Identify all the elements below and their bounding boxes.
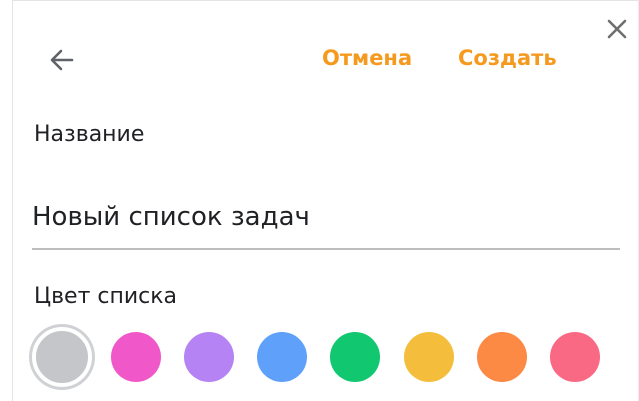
name-label: Название [34, 122, 145, 147]
color-picker [32, 324, 612, 392]
arrow-left-icon [50, 49, 74, 71]
color-swatch-pink[interactable] [111, 332, 161, 382]
close-icon [607, 19, 627, 39]
dialog-border-left [12, 0, 13, 401]
close-button[interactable] [600, 12, 634, 46]
color-swatch-green[interactable] [330, 332, 380, 382]
dialog-border-top [12, 0, 639, 1]
color-swatch-red[interactable] [550, 332, 600, 382]
cancel-button[interactable]: Отмена [322, 42, 412, 74]
color-swatch-gray[interactable] [32, 327, 92, 387]
create-list-dialog: Отмена Создать Название Цвет списка [0, 0, 639, 401]
color-swatch-blue[interactable] [257, 332, 307, 382]
color-swatch-purple[interactable] [184, 332, 234, 382]
color-swatch-orange[interactable] [477, 332, 527, 382]
list-color-label: Цвет списка [34, 284, 178, 309]
back-button[interactable] [40, 38, 84, 82]
list-name-input[interactable] [32, 196, 620, 250]
color-swatch-yellow[interactable] [404, 332, 454, 382]
create-button[interactable]: Создать [458, 42, 557, 74]
